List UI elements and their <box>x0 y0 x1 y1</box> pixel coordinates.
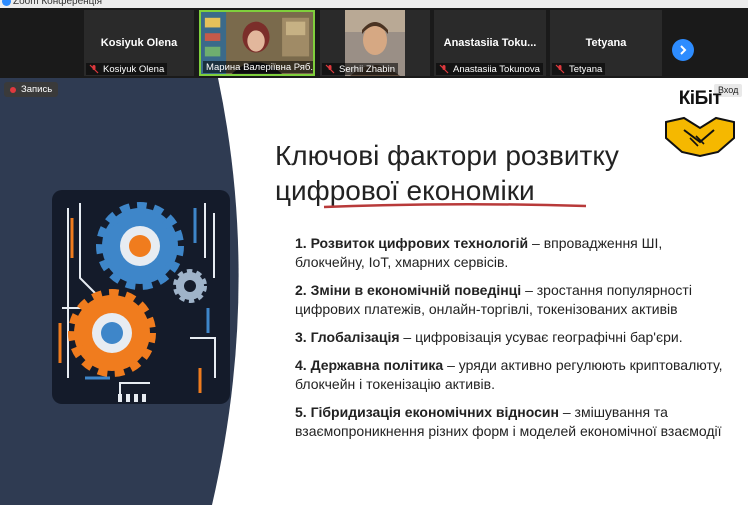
slide-illustration <box>0 78 239 505</box>
participant-label: Tetyana <box>569 63 603 75</box>
participant-display-name: Anastasiia Toku... <box>443 37 537 49</box>
participant-label: Serhii Zhabin <box>339 63 395 75</box>
participant-namebar: Anastasiia Tokunova <box>436 63 543 75</box>
participant-label: Anastasiia Tokunova <box>453 63 540 75</box>
participant-tile-tetyana[interactable]: Tetyana Tetyana <box>550 10 662 76</box>
next-page-button[interactable] <box>672 39 694 61</box>
mic-muted-icon <box>439 64 449 74</box>
mic-muted-icon <box>89 64 99 74</box>
participant-namebar: Марина Валеріївна Ряб... <box>203 61 315 73</box>
chevron-right-icon <box>680 45 687 55</box>
participant-display-name: Tetyana <box>585 37 627 49</box>
participant-tile-serhii[interactable]: Serhii Zhabin <box>320 10 430 76</box>
mic-muted-icon <box>555 64 565 74</box>
slide-title-line-1: Ключові фактори розвитку <box>275 140 619 171</box>
participant-tile-anastasiia[interactable]: Anastasiia Toku... Anastasiia Tokunova <box>434 10 546 76</box>
window-titlebar: Zoom Конференція <box>0 0 748 8</box>
list-item: 5. Гібридизація економічних відносин – з… <box>295 404 722 439</box>
list-item: 2. Зміни в економічній поведінці – зрост… <box>295 282 692 317</box>
list-item: 1. Розвиток цифрових технологій – впрова… <box>295 235 663 270</box>
participant-tile-kosiyuk[interactable]: Kosiyuk Olena Kosiyuk Olena <box>84 10 194 76</box>
recording-indicator[interactable]: Запись <box>4 82 59 97</box>
key-factors-list: 1. Розвиток цифрових технологій – впрова… <box>295 234 735 450</box>
zoom-app-icon <box>2 0 11 6</box>
slide-title: Ключові фактори розвитку цифрової економ… <box>275 138 675 208</box>
participant-label: Kosiyuk Olena <box>103 63 165 75</box>
mic-muted-icon <box>325 64 335 74</box>
shared-screen: Запись Вход КіБіт Ключові фактори розвит… <box>0 78 748 505</box>
record-dot-icon <box>10 86 16 93</box>
title-underline <box>323 202 587 209</box>
recording-label: Запись <box>21 84 53 95</box>
window-title: Zoom Конференція <box>13 0 103 7</box>
participants-strip: Kosiyuk Olena Kosiyuk Olena Марина Валер… <box>0 8 748 78</box>
logo-text: КіБіт <box>678 88 722 109</box>
participant-label: Марина Валеріївна Ряб... <box>206 61 315 73</box>
participant-display-name: Kosiyuk Olena <box>100 37 178 49</box>
participant-namebar: Serhii Zhabin <box>322 63 398 75</box>
participant-tile-maryna[interactable]: Марина Валеріївна Ряб... <box>199 10 315 76</box>
list-item: 3. Глобалізація – цифровізація усуває ге… <box>295 329 683 345</box>
list-item: 4. Державна політика – уряди активно рег… <box>295 357 723 392</box>
participant-namebar: Kosiyuk Olena <box>86 63 168 75</box>
participant-namebar: Tetyana <box>552 63 606 75</box>
